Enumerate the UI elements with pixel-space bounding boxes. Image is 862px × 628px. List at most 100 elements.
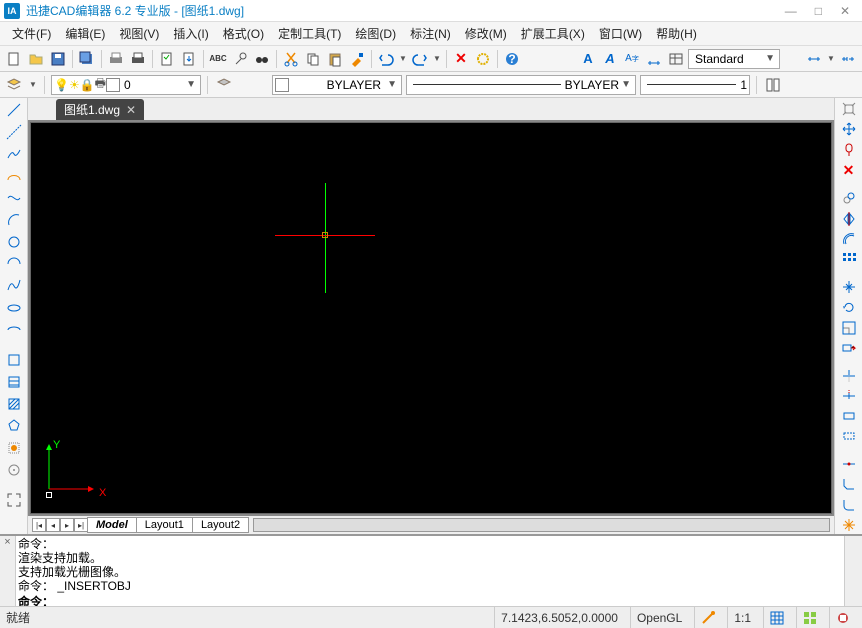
line-tool[interactable]	[4, 100, 24, 120]
zoom-extents-button[interactable]	[4, 490, 24, 510]
erase-tool[interactable]: ✕	[839, 161, 859, 180]
wipeout-tool[interactable]	[4, 438, 24, 458]
print-preview-button[interactable]	[106, 49, 126, 69]
tab-nav-first[interactable]: |◂	[32, 518, 46, 532]
document-tab-active[interactable]: 图纸1.dwg ✕	[56, 99, 144, 120]
text-style-a2[interactable]: A	[600, 49, 620, 69]
break2-tool[interactable]	[839, 427, 859, 445]
hatch-tool[interactable]	[4, 372, 24, 392]
copy-tool[interactable]	[839, 189, 859, 207]
lineweight-combo[interactable]: 1	[640, 75, 750, 95]
menu-format[interactable]: 格式(O)	[217, 23, 270, 44]
menu-file[interactable]: 文件(F)	[6, 23, 57, 44]
undo-dropdown[interactable]: ▼	[398, 49, 408, 69]
audit-button[interactable]	[157, 49, 177, 69]
matchprop-button[interactable]	[347, 49, 367, 69]
dim-more-dropdown[interactable]: ▼	[826, 49, 836, 69]
osnap-settings-button[interactable]	[839, 100, 859, 118]
dim-continue-button[interactable]	[838, 49, 858, 69]
rectangle-tool[interactable]	[4, 188, 24, 208]
tab-layout1[interactable]: Layout1	[136, 517, 193, 533]
layer-previous-button[interactable]	[214, 75, 234, 95]
tab-layout2[interactable]: Layout2	[192, 517, 249, 533]
new-button[interactable]	[4, 49, 24, 69]
arc2-tool[interactable]	[4, 254, 24, 274]
redo-button[interactable]	[410, 49, 430, 69]
tab-nav-last[interactable]: ▸|	[74, 518, 88, 532]
spline-tool[interactable]	[4, 276, 24, 296]
menu-edit[interactable]: 编辑(E)	[59, 23, 111, 44]
dim-linear-button[interactable]	[804, 49, 824, 69]
cut-button[interactable]	[281, 49, 301, 69]
tab-model[interactable]: Model	[87, 517, 137, 533]
menu-draw[interactable]: 绘图(D)	[349, 23, 402, 44]
explode-tool[interactable]	[839, 516, 859, 534]
trim-tool[interactable]	[839, 366, 859, 384]
menu-window[interactable]: 窗口(W)	[593, 23, 648, 44]
print-button[interactable]	[128, 49, 148, 69]
ellipsearc-tool[interactable]	[4, 320, 24, 340]
text-style-a1[interactable]: A	[578, 49, 598, 69]
circle-tool[interactable]	[4, 232, 24, 252]
rotate-tool[interactable]	[839, 298, 859, 316]
spell-button[interactable]: ABC	[208, 49, 228, 69]
export-button[interactable]	[179, 49, 199, 69]
font-button[interactable]: A字	[622, 49, 642, 69]
find-button[interactable]	[230, 49, 250, 69]
menu-modify[interactable]: 修改(M)	[459, 23, 513, 44]
polygon-tool[interactable]	[4, 166, 24, 186]
command-history[interactable]: 命令： 渲染支持加载。 支持加载光栅图像。 命令： _INSERTOBJ 命令：	[16, 536, 844, 606]
layer-manager-button[interactable]	[4, 75, 24, 95]
close-tab-icon[interactable]: ✕	[126, 103, 136, 117]
tab-nav-next[interactable]: ▸	[60, 518, 74, 532]
dimstyle-button[interactable]	[644, 49, 664, 69]
join-tool[interactable]	[839, 455, 859, 473]
select-button[interactable]	[473, 49, 493, 69]
xline-tool[interactable]	[4, 122, 24, 142]
save-button[interactable]	[48, 49, 68, 69]
redo-dropdown[interactable]: ▼	[432, 49, 442, 69]
offset-tool[interactable]	[839, 230, 859, 248]
move2-tool[interactable]	[839, 278, 859, 296]
saveall-button[interactable]	[77, 49, 97, 69]
undo-button[interactable]	[376, 49, 396, 69]
paste-button[interactable]	[325, 49, 345, 69]
binoculars-button[interactable]	[252, 49, 272, 69]
command-scrollbar[interactable]	[844, 536, 862, 606]
open-button[interactable]	[26, 49, 46, 69]
mirror-tool[interactable]	[839, 210, 859, 228]
block-tool[interactable]	[4, 350, 24, 370]
delete-button[interactable]: ✕	[451, 49, 471, 69]
menu-insert[interactable]: 插入(I)	[167, 23, 214, 44]
text-tool[interactable]	[4, 460, 24, 480]
pline-tool[interactable]	[4, 144, 24, 164]
chamfer-tool[interactable]	[839, 475, 859, 493]
fillet-tool[interactable]	[839, 495, 859, 513]
menu-extend[interactable]: 扩展工具(X)	[515, 23, 591, 44]
region-tool[interactable]	[4, 416, 24, 436]
status-ortho-icon[interactable]	[796, 607, 823, 628]
menu-dimension[interactable]: 标注(N)	[404, 23, 457, 44]
close-button[interactable]: ✕	[840, 4, 850, 18]
tab-nav-prev[interactable]: ◂	[46, 518, 60, 532]
stretch-tool[interactable]	[839, 339, 859, 357]
break-tool[interactable]	[839, 407, 859, 425]
scale-tool[interactable]	[839, 318, 859, 336]
maximize-button[interactable]: □	[815, 4, 822, 18]
minimize-button[interactable]: —	[785, 4, 797, 18]
properties-button[interactable]	[763, 75, 783, 95]
style-combo[interactable]: Standard ▼	[688, 49, 780, 69]
help-button[interactable]: ?	[502, 49, 522, 69]
status-grid-icon[interactable]	[763, 607, 790, 628]
copy-button[interactable]	[303, 49, 323, 69]
menu-help[interactable]: 帮助(H)	[650, 23, 703, 44]
status-snap-icon[interactable]	[694, 607, 721, 628]
tablestyle-button[interactable]	[666, 49, 686, 69]
arc-tool[interactable]	[4, 210, 24, 230]
move-tool[interactable]	[839, 120, 859, 138]
command-close-button[interactable]: ×	[0, 536, 16, 606]
constraint-tool[interactable]	[839, 141, 859, 159]
ellipse-tool[interactable]	[4, 298, 24, 318]
color-combo[interactable]: BYLAYER ▼	[272, 75, 402, 95]
array-tool[interactable]	[839, 250, 859, 268]
